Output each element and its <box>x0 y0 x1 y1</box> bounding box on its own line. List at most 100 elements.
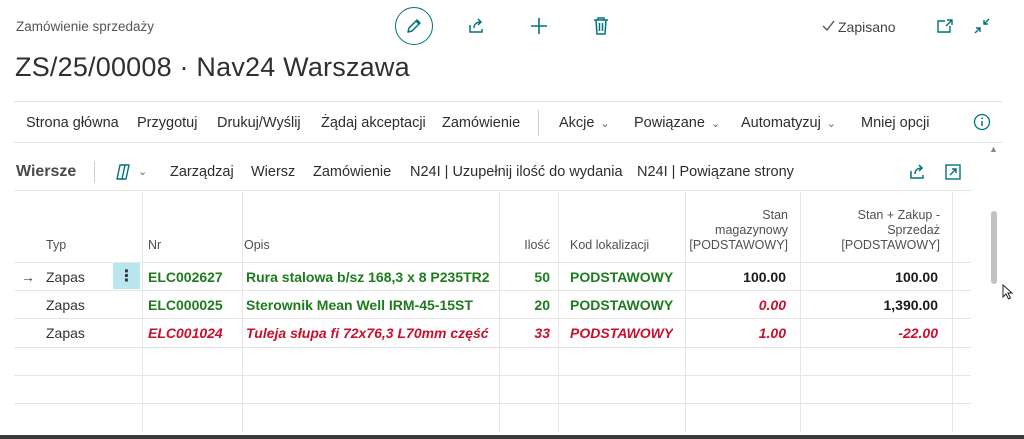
trash-icon[interactable] <box>589 14 613 38</box>
action-request-approval[interactable]: Żądaj akceptacji <box>321 115 426 131</box>
column-divider <box>800 192 801 432</box>
column-divider <box>558 192 559 432</box>
column-header-quantity[interactable]: Ilość <box>502 238 550 253</box>
info-icon[interactable] <box>972 112 992 132</box>
action-label: Przygotuj <box>137 115 198 131</box>
cell-no[interactable]: ELC001024 <box>148 324 223 342</box>
cell-quantity[interactable]: 20 <box>502 296 550 314</box>
action-print-send[interactable]: Drukuj/Wyślij <box>217 115 301 131</box>
action-label: Zamówienie <box>442 115 521 131</box>
mouse-cursor-icon <box>1002 283 1014 300</box>
action-related-menu[interactable]: Powiązane ⌄ <box>634 115 720 131</box>
cell-type[interactable]: Zapas <box>46 268 85 286</box>
action-label: Automatyzuj <box>741 115 821 131</box>
cell-description[interactable]: Sterownik Mean Well IRM-45-15ST <box>246 296 494 314</box>
cell-stock[interactable]: 1.00 <box>686 324 786 342</box>
action-label: Żądaj akceptacji <box>321 115 426 131</box>
row-divider <box>14 290 971 291</box>
action-label: Akcje <box>559 115 595 131</box>
scroll-up-icon[interactable]: ▲ <box>989 144 998 154</box>
edit-icon[interactable] <box>395 7 433 45</box>
share-icon[interactable] <box>464 14 488 38</box>
action-prepare[interactable]: Przygotuj <box>137 115 197 131</box>
cell-location[interactable]: PODSTAWOWY <box>570 324 673 342</box>
lines-title: Wiersze <box>16 163 77 180</box>
chevron-down-icon: ⌄ <box>710 117 721 130</box>
more-vertical-icon[interactable]: ⋮ <box>113 263 140 289</box>
row-divider <box>14 262 971 263</box>
top-bar: Zamówienie sprzedaży Zapisano <box>0 0 1024 52</box>
lines-toolbar: Wiersze ⌄ Zarządzaj Wiersz Zamówienie N2… <box>14 153 972 191</box>
header-line: Stan <box>762 208 788 222</box>
share-icon[interactable] <box>906 161 928 183</box>
row-divider <box>14 347 971 348</box>
cell-location[interactable]: PODSTAWOWY <box>570 296 673 314</box>
action-bar: Strona główna Przygotuj Drukuj/Wyślij Żą… <box>14 101 1002 143</box>
lines-cmd-manage[interactable]: Zarządzaj <box>170 164 234 180</box>
cell-stock[interactable]: 0.00 <box>686 296 786 314</box>
cell-quantity[interactable]: 50 <box>502 268 550 286</box>
header-line: magazynowy <box>715 223 788 237</box>
lines-grid: Typ Nr Opis Ilość Kod lokalizacji Stan m… <box>14 192 971 432</box>
cell-projected[interactable]: 1,390.00 <box>804 296 939 314</box>
page-kind-caption: Zamówienie sprzedaży <box>16 19 155 34</box>
cell-stock[interactable]: 100.00 <box>686 268 786 286</box>
chevron-down-icon[interactable]: ⌄ <box>138 165 147 178</box>
action-label: Mniej opcji <box>861 115 930 131</box>
cell-no[interactable]: ELC000025 <box>148 296 223 314</box>
row-divider <box>14 403 971 404</box>
header-line: [PODSTAWOWY] <box>841 238 940 252</box>
cell-type[interactable]: Zapas <box>46 324 85 342</box>
cell-description[interactable]: Tuleja słupa fi 72x76,3 L70mm część <box>246 324 494 342</box>
cell-no[interactable]: ELC002627 <box>148 268 223 286</box>
arrow-right-icon: → <box>21 269 35 285</box>
record-title: ZS/25/00008 · Nav24 Warszawa <box>15 52 410 82</box>
action-fewer-options[interactable]: Mniej opcji <box>861 115 930 131</box>
column-header-type[interactable]: Typ <box>46 238 66 253</box>
header-line: Sprzedaż <box>887 223 940 237</box>
column-divider <box>952 192 953 432</box>
vertical-scrollbar[interactable] <box>991 211 997 284</box>
lines-cmd-line[interactable]: Wiersz <box>251 164 295 180</box>
action-actions-menu[interactable]: Akcje ⌄ <box>559 115 610 131</box>
cell-quantity[interactable]: 33 <box>502 324 550 342</box>
open-window-icon[interactable] <box>934 15 956 37</box>
cell-projected[interactable]: 100.00 <box>804 268 938 286</box>
column-header-projected[interactable]: Stan + Zakup - Sprzedaż [PODSTAWOWY] <box>804 208 940 253</box>
cell-description[interactable]: Rura stalowa b/sz 168,3 x 8 P235TR2 <box>246 268 494 286</box>
column-header-location[interactable]: Kod lokalizacji <box>570 238 649 253</box>
lines-cmd-related-pages[interactable]: N24I | Powiązane strony <box>637 164 794 180</box>
column-header-description[interactable]: Opis <box>244 238 270 253</box>
lines-cmd-fill-qty[interactable]: N24I | Uzupełnij ilość do wydania <box>410 164 623 180</box>
divider <box>94 161 95 183</box>
collapse-icon[interactable] <box>971 15 993 37</box>
column-divider <box>499 192 500 432</box>
column-header-stock[interactable]: Stan magazynowy [PODSTAWOWY] <box>686 208 788 253</box>
header-line: [PODSTAWOWY] <box>689 238 788 252</box>
column-divider <box>142 192 143 432</box>
action-order[interactable]: Zamówienie <box>442 115 520 131</box>
column-header-no[interactable]: Nr <box>148 238 161 253</box>
action-home[interactable]: Strona główna <box>26 115 119 131</box>
plus-icon[interactable] <box>527 14 551 38</box>
window-bottom-border <box>0 435 1024 439</box>
chevron-down-icon: ⌄ <box>600 117 610 130</box>
saved-label: Zapisano <box>838 19 896 35</box>
action-label: Powiązane <box>634 115 705 131</box>
expand-icon[interactable] <box>942 161 964 183</box>
action-automate-menu[interactable]: Automatyzuj ⌄ <box>741 115 836 131</box>
row-divider <box>14 318 971 319</box>
action-label: Strona główna <box>26 115 119 131</box>
checkmark-icon <box>822 19 835 35</box>
copilot-icon[interactable] <box>112 161 134 183</box>
column-divider <box>242 192 243 432</box>
header-line: Stan + Zakup - <box>857 208 940 222</box>
cell-projected[interactable]: -22.00 <box>804 324 938 342</box>
cell-location[interactable]: PODSTAWOWY <box>570 268 673 286</box>
action-label: Drukuj/Wyślij <box>217 115 301 131</box>
lines-cmd-order[interactable]: Zamówienie <box>313 164 391 180</box>
saved-status: Zapisano <box>822 19 896 35</box>
divider <box>538 110 539 136</box>
row-divider <box>14 375 971 376</box>
cell-type[interactable]: Zapas <box>46 296 85 314</box>
